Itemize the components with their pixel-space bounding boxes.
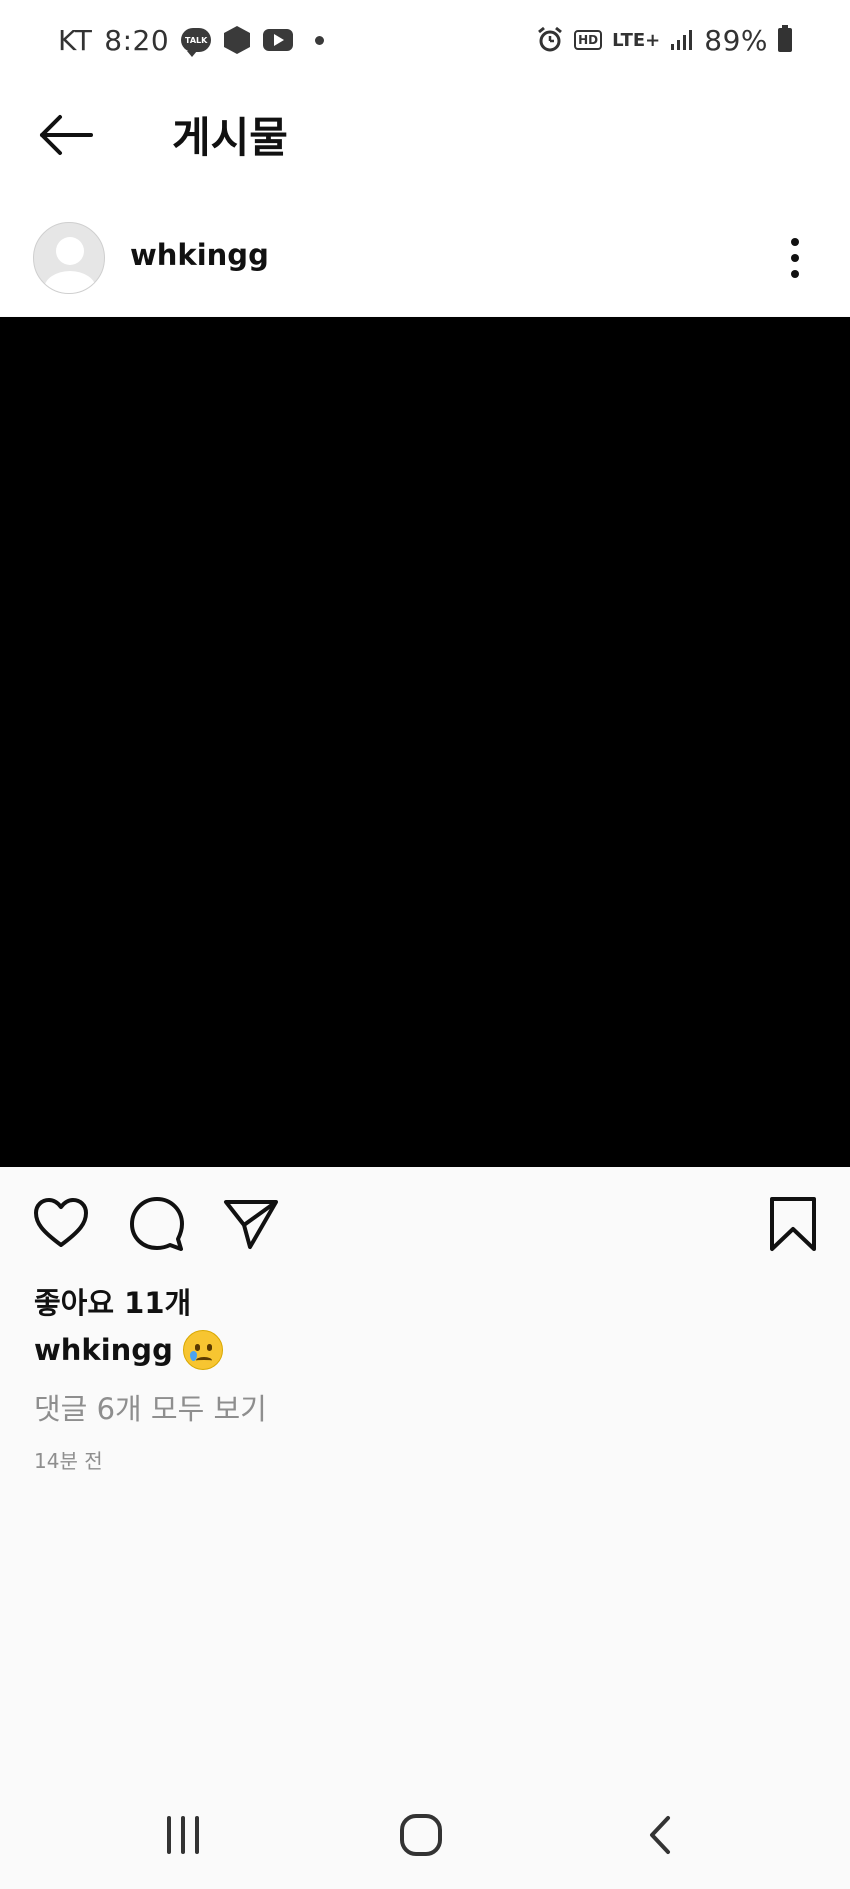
emoji-tear: [189, 1351, 197, 1361]
save-button[interactable]: [764, 1195, 822, 1253]
hexagon-app-icon: [224, 26, 251, 54]
post-timestamp: 14분 전: [34, 1449, 103, 1473]
recent-apps-button[interactable]: [153, 1810, 213, 1860]
caption: whkingg: [34, 1330, 223, 1370]
network-type: LTE+: [612, 29, 661, 51]
send-icon: [224, 1200, 278, 1249]
system-back-button[interactable]: [630, 1810, 690, 1860]
app-header: 게시물: [0, 80, 850, 190]
emoji-mouth: [195, 1357, 212, 1364]
comment-icon: [130, 1197, 184, 1251]
chevron-left-icon: [650, 1816, 670, 1854]
battery-icon: [778, 25, 792, 52]
home-icon: [400, 1814, 442, 1856]
comment-button[interactable]: [128, 1195, 186, 1253]
crying-face-icon: [182, 1330, 223, 1370]
default-avatar-icon: [44, 237, 96, 293]
caption-username[interactable]: whkingg: [34, 1333, 173, 1367]
heart-icon: [34, 1198, 88, 1247]
page-title: 게시물: [172, 113, 288, 162]
notification-dot-icon: [315, 35, 325, 45]
talk-badge-text: TALK: [185, 35, 208, 45]
post-actions: [0, 1167, 850, 1287]
post-username[interactable]: whkingg: [130, 238, 269, 272]
share-button[interactable]: [222, 1195, 280, 1253]
status-left: KT 8:20 TALK: [58, 23, 325, 57]
home-button[interactable]: [391, 1810, 451, 1860]
like-count[interactable]: 좋아요 11개: [34, 1280, 191, 1322]
avatar[interactable]: [33, 222, 105, 294]
hd-voice-badge: HD: [574, 30, 603, 50]
status-bar: KT 8:20 TALK HD LTE+ 89%: [0, 0, 850, 80]
alarm-icon: [538, 26, 563, 52]
clock: 8:20: [104, 23, 170, 57]
battery-percent: 89%: [704, 23, 768, 57]
system-nav-bar: [0, 1780, 850, 1889]
emoji-eye: [194, 1344, 200, 1351]
signal-icon: [671, 30, 693, 50]
like-button[interactable]: [32, 1195, 90, 1253]
status-right: HD LTE+ 89%: [536, 24, 792, 57]
back-button[interactable]: [36, 110, 96, 160]
more-options-button[interactable]: [780, 236, 810, 280]
emoji-eye: [206, 1344, 212, 1351]
recents-icon: [167, 1816, 199, 1854]
view-all-comments-link[interactable]: 댓글 6개 모두 보기: [34, 1386, 267, 1428]
post-header: whkingg: [0, 190, 850, 316]
post-screen: KT 8:20 TALK HD LTE+ 89% 게시물 whkingg 좋아요…: [0, 0, 850, 1889]
bookmark-icon: [770, 1197, 816, 1251]
youtube-icon: [263, 29, 294, 51]
post-image[interactable]: [0, 317, 850, 1167]
carrier-label: KT: [58, 23, 93, 57]
kakaotalk-icon: TALK: [181, 28, 212, 57]
